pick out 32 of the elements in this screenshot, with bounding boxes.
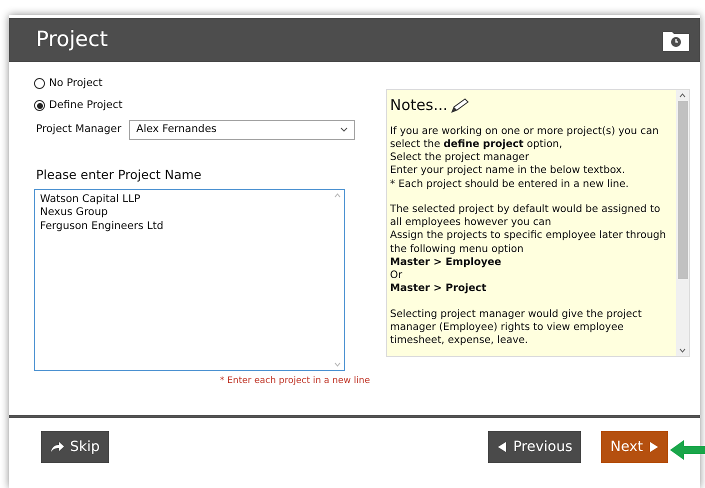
radio-button[interactable]: [34, 100, 45, 112]
note-text: Select the project manager: [390, 151, 530, 164]
note-text: Master > Employee: [390, 256, 502, 269]
field-label: Project Manager: [36, 122, 122, 137]
scroll-down-icon[interactable]: [679, 348, 686, 353]
skip-button[interactable]: Skip: [41, 431, 109, 463]
next-button[interactable]: Next: [601, 431, 668, 463]
chevron-down-icon: [340, 127, 348, 132]
note-text: If you are working on one or more project(s) you can select the define project option,: [390, 124, 660, 151]
radio-button[interactable]: [34, 78, 45, 90]
triangle-right-icon: [649, 441, 659, 453]
note-text: The selected project by default would be assigned to all employees however you can: [390, 202, 662, 230]
triangle-left-icon: [497, 441, 508, 453]
note-text: Enter your project name in the below textbox.: [390, 164, 626, 178]
manager-dropdown[interactable]: Alex Fernandes: [129, 120, 356, 140]
notes-title: Notes...: [390, 96, 448, 116]
hint-text: * Enter each project in a new line: [218, 375, 370, 388]
note-text: * Each project should be entered in a new line.: [390, 178, 630, 191]
radio-label[interactable]: Define Project: [49, 98, 123, 114]
scrollbar[interactable]: [676, 90, 689, 356]
share-arrow-icon: [50, 441, 64, 453]
scroll-up-icon[interactable]: [679, 93, 686, 98]
note-text: Selecting project manager would give the project manager (Employee) rights to view employee timesheet, expense, leave.: [390, 308, 643, 348]
arrow-icon: [670, 438, 705, 462]
field-label: Please enter Project Name: [36, 166, 202, 184]
radio-label[interactable]: No Project: [49, 76, 103, 92]
window-title: Project: [36, 27, 108, 53]
note-text: Assign the projects to specific employee later through the following menu option: [390, 229, 667, 256]
previous-button[interactable]: Previous: [488, 431, 582, 463]
note-text: Master > Project: [390, 282, 488, 296]
pencil-icon: [450, 98, 470, 114]
note-text: Or: [390, 269, 404, 282]
